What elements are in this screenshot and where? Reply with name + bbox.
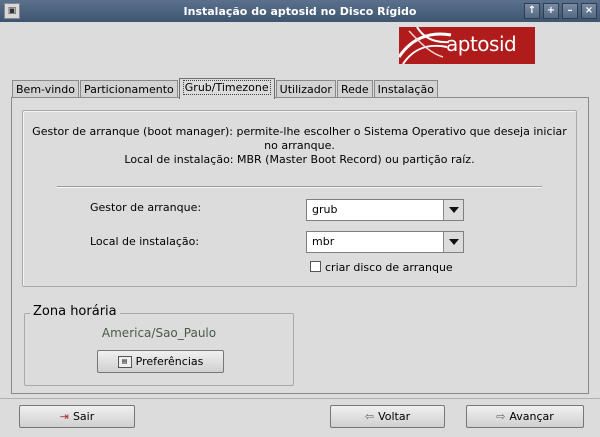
tab-label: Instalação [377, 83, 434, 96]
tab-label: Grub/Timezone [182, 80, 271, 95]
bootloader-description-line-2: no arranque. [264, 139, 335, 152]
arrow-left-icon: ⇦ [364, 410, 375, 423]
logo-text: aptosid [446, 32, 517, 56]
app-icon: ▣ [4, 3, 20, 19]
tab-instalacao[interactable]: Instalação [373, 80, 438, 98]
boot-manager-select[interactable]: grub [306, 199, 464, 221]
window-controls: ↑ + – × [524, 3, 597, 19]
preferences-button-label: Preferências [135, 355, 204, 368]
boot-disk-checkbox-label[interactable]: criar disco de arranque [325, 261, 453, 274]
install-location-label: Local de instalação: [90, 235, 200, 248]
tab-rede[interactable]: Rede [336, 80, 373, 98]
bootloader-description-line-3: Local de instalação: MBR (Master Boot Re… [124, 153, 475, 166]
tab-bem-vindo[interactable]: Bem-vindo [12, 80, 79, 98]
boot-manager-label: Gestor de arranque: [90, 201, 202, 214]
back-button[interactable]: ⇦ Voltar [330, 405, 445, 428]
exit-door-icon: ⇥ [59, 410, 69, 423]
boot-disk-checkbox[interactable] [310, 261, 321, 272]
preferences-button[interactable]: ▤ Preferências [97, 350, 224, 373]
tab-label: Utilizador [279, 83, 332, 96]
section-divider [57, 186, 542, 188]
tab-bar: Bem-vindo Particionamento Grub/Timezone … [12, 78, 439, 99]
tab-label: Bem-vindo [16, 83, 75, 96]
tab-grub-timezone[interactable]: Grub/Timezone [178, 78, 275, 99]
maximize-window-icon[interactable]: + [543, 3, 559, 19]
next-button-label: Avançar [509, 410, 554, 423]
aptosid-logo: aptosid [399, 27, 535, 64]
tab-utilizador[interactable]: Utilizador [275, 80, 336, 98]
tab-label: Particionamento [83, 83, 174, 96]
exit-button[interactable]: ⇥ Sair [19, 405, 135, 428]
bootloader-description-line-1: Gestor de arranque (boot manager): permi… [32, 125, 567, 138]
boot-manager-value: grub [312, 203, 338, 216]
install-location-select[interactable]: mbr [306, 231, 464, 253]
shade-window-icon[interactable]: ↑ [524, 3, 540, 19]
chevron-down-icon[interactable] [443, 200, 463, 220]
back-button-label: Voltar [378, 410, 411, 423]
tab-label: Rede [340, 83, 369, 96]
calendar-icon: ▤ [117, 355, 132, 368]
timezone-value: America/Sao_Paulo [101, 326, 217, 340]
next-button[interactable]: ⇨ Avançar [466, 405, 584, 428]
tab-particionamento[interactable]: Particionamento [79, 80, 178, 98]
window-title: Instalação do aptosid no Disco Rígido [183, 4, 417, 18]
arrow-right-icon: ⇨ [496, 410, 506, 423]
timezone-title: Zona horária [30, 304, 120, 319]
window-titlebar: ▣ Instalação do aptosid no Disco Rígido … [0, 0, 600, 22]
minimize-window-icon[interactable]: – [562, 3, 578, 19]
chevron-down-icon[interactable] [443, 232, 463, 252]
close-window-icon[interactable]: × [581, 3, 597, 19]
install-location-value: mbr [312, 235, 335, 248]
exit-button-label: Sair [72, 410, 95, 423]
